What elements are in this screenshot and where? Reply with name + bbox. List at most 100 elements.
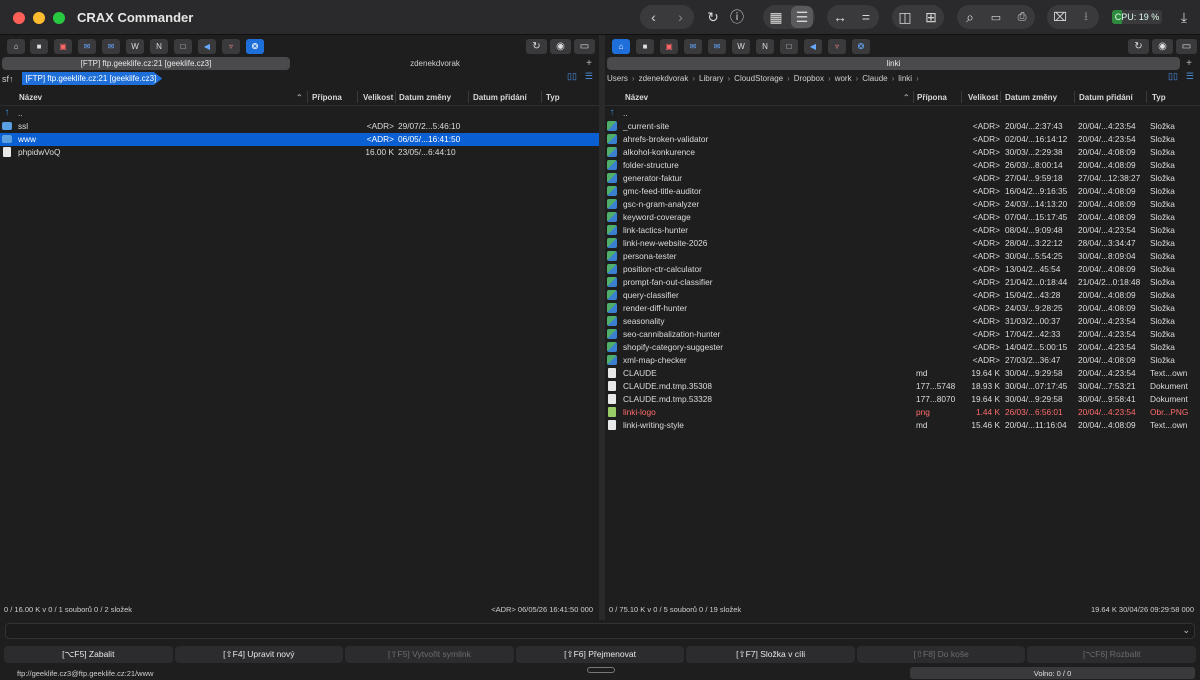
col-size[interactable]: Velikost xyxy=(363,93,393,102)
col-ext[interactable]: Přípona xyxy=(312,93,342,102)
mail-icon[interactable]: ✉ xyxy=(78,39,96,54)
refresh-panel-icon[interactable]: ↻ xyxy=(526,39,547,54)
command-line-input[interactable]: ⌄ xyxy=(5,623,1195,639)
file-row[interactable]: www <ADR> 06/05/...16:41:50 xyxy=(0,133,599,146)
file-row[interactable]: prompt-fan-out-classifier <ADR> 21/04/2...… xyxy=(605,276,1200,289)
print-icon[interactable]: ⎙ xyxy=(1011,6,1033,28)
mail-alt-icon[interactable]: ✉ xyxy=(708,39,726,54)
eye-icon[interactable]: ◉ xyxy=(550,39,571,54)
right-tab-linki[interactable]: linki xyxy=(607,57,1180,70)
file-row[interactable]: keyword-coverage <ADR> 07/04/...15:17:45 20… xyxy=(605,211,1200,224)
col-added[interactable]: Datum přidání xyxy=(1079,93,1133,102)
archive-icon[interactable]: ⭳ xyxy=(1075,6,1097,28)
file-row[interactable]: phpidwVoQ 16.00 K 23/05/...6:44:10 xyxy=(0,146,599,159)
add-tab-button[interactable]: + xyxy=(1180,58,1198,69)
left-tab-home[interactable]: zdenekdvorak xyxy=(290,57,580,70)
chevron-right-icon[interactable]: › xyxy=(670,6,692,28)
search-icon[interactable]: ⌕ xyxy=(959,6,981,28)
col-modified[interactable]: Datum změny xyxy=(399,93,451,102)
monitor-icon[interactable]: ▭ xyxy=(1176,39,1197,54)
home-icon[interactable]: ⌂ xyxy=(612,39,630,54)
file-row[interactable]: shopify-category-suggester <ADR> 14/04/2..… xyxy=(605,341,1200,354)
disk-icon[interactable]: ■ xyxy=(636,39,654,54)
grid-view-icon[interactable]: ▦ xyxy=(765,6,787,28)
file-row[interactable]: seasonality <ADR> 31/03/2...00:37 20/04/...… xyxy=(605,315,1200,328)
add-tab-button[interactable]: + xyxy=(580,58,598,69)
monitor-icon[interactable]: ▭ xyxy=(574,39,595,54)
notion-icon[interactable]: N xyxy=(150,39,168,54)
file-row[interactable]: seo-cannibalization-hunter <ADR> 17/04/2..… xyxy=(605,328,1200,341)
mail-icon[interactable]: ✉ xyxy=(684,39,702,54)
file-row[interactable]: ssl <ADR> 29/07/2...5:46:10 xyxy=(0,120,599,133)
file-row[interactable]: gmc-feed-title-auditor <ADR> 16/04/2...9:1… xyxy=(605,185,1200,198)
refresh-panel-icon[interactable]: ↻ xyxy=(1128,39,1149,54)
sort-icon[interactable]: ⌃ xyxy=(903,93,910,102)
shield-icon[interactable]: ▿ xyxy=(222,39,240,54)
fkey-button[interactable]: [⇧F7] Složka v cíli xyxy=(686,646,855,663)
fkey-button[interactable]: [⇧F6] Přejmenovat xyxy=(515,646,685,663)
terminal-icon[interactable]: ▭ xyxy=(985,6,1007,28)
file-row[interactable]: query-classifier <ADR> 15/04/2...43:28 20/0… xyxy=(605,289,1200,302)
minimize-window-button[interactable] xyxy=(33,12,45,24)
file-row[interactable]: alkohol-konkurence <ADR> 30/03/...2:29:38 2… xyxy=(605,146,1200,159)
eye-icon[interactable]: ◉ xyxy=(1152,39,1173,54)
list-view-icon[interactable]: ☰ xyxy=(791,6,813,28)
document-icon[interactable]: □ xyxy=(780,39,798,54)
fkey-button[interactable]: [⌥F5] Zabalit xyxy=(4,646,173,663)
breadcrumb-item[interactable]: Library xyxy=(699,74,723,83)
breadcrumb-item[interactable]: zdenekdvorak xyxy=(639,74,689,83)
breadcrumb-item[interactable]: Claude xyxy=(862,74,887,83)
file-row[interactable]: link-tactics-hunter <ADR> 08/04/...9:09:48… xyxy=(605,224,1200,237)
book-icon[interactable]: ▯▯ xyxy=(567,71,577,82)
file-row[interactable]: position-ctr-calculator <ADR> 13/04/2...45… xyxy=(605,263,1200,276)
path-chip-ftp[interactable]: [FTP] ftp.geeklife.cz:21 [geeklife.cz3] xyxy=(21,72,163,85)
col-size[interactable]: Velikost xyxy=(968,93,998,102)
file-row[interactable]: CLAUDE md 19.64 K 30/04/...9:29:58 20/04/...… xyxy=(605,367,1200,380)
notion-icon[interactable]: N xyxy=(756,39,774,54)
info-icon[interactable]: ⓘ xyxy=(725,5,749,29)
file-row[interactable]: linki-new-website-2026 <ADR> 28/04/...3:22… xyxy=(605,237,1200,250)
home-icon[interactable]: ⌂ xyxy=(7,39,25,54)
col-type[interactable]: Typ xyxy=(1152,93,1166,102)
network-icon[interactable]: ❂ xyxy=(852,39,870,54)
dual-pane-icon[interactable]: ⊞ xyxy=(920,6,942,28)
fkey-button[interactable]: [⌥F6] Rozbalit xyxy=(1027,646,1197,663)
breadcrumb-item[interactable]: linki xyxy=(898,74,912,83)
col-name[interactable]: Název xyxy=(19,93,42,102)
file-row[interactable]: xml-map-checker <ADR> 27/03/2...36:47 20/04… xyxy=(605,354,1200,367)
col-name[interactable]: Název xyxy=(625,93,648,102)
equals-icon[interactable]: = xyxy=(855,6,877,28)
resize-handle[interactable] xyxy=(587,667,615,673)
file-row[interactable]: gsc-n-gram-analyzer <ADR> 24/03/...14:13:2… xyxy=(605,198,1200,211)
col-modified[interactable]: Datum změny xyxy=(1005,93,1057,102)
file-row[interactable]: ahrefs-broken-validator <ADR> 02/04/...16:… xyxy=(605,133,1200,146)
file-row[interactable]: ↑.. xyxy=(0,107,599,120)
wordpress-icon[interactable]: W xyxy=(126,39,144,54)
close-window-button[interactable] xyxy=(13,12,25,24)
zoom-window-button[interactable] xyxy=(53,12,65,24)
app-shortcut-icon[interactable]: ▣ xyxy=(660,39,678,54)
col-type[interactable]: Typ xyxy=(546,93,560,102)
vscode-icon[interactable]: ◀ xyxy=(198,39,216,54)
file-row[interactable]: CLAUDE.md.tmp.53328 177...8070 19.64 K 30/0… xyxy=(605,393,1200,406)
sort-icon[interactable]: ⌃ xyxy=(296,93,303,102)
left-tab-ftp[interactable]: [FTP] ftp.geeklife.cz:21 [geeklife.cz3] xyxy=(2,57,290,70)
file-row[interactable]: CLAUDE.md.tmp.35308 177...5748 18.93 K 30/0… xyxy=(605,380,1200,393)
swap-arrows-icon[interactable]: ↔ xyxy=(829,6,851,28)
file-row[interactable]: folder-structure <ADR> 26/03/...8:00:14 20/… xyxy=(605,159,1200,172)
fkey-button[interactable]: [⇧F8] Do koše xyxy=(856,646,1026,663)
breadcrumb-item[interactable]: Dropbox xyxy=(794,74,824,83)
document-icon[interactable]: □ xyxy=(174,39,192,54)
book-icon[interactable]: ▯▯ xyxy=(1168,71,1178,82)
chevron-down-icon[interactable]: ⌄ xyxy=(1182,625,1190,636)
list-icon[interactable]: ☰ xyxy=(585,71,593,82)
file-row[interactable]: persona-tester <ADR> 30/04/...5:54:25 30/04… xyxy=(605,250,1200,263)
network-icon[interactable]: ❂ xyxy=(246,39,264,54)
sidebar-icon[interactable]: ◫ xyxy=(894,6,916,28)
file-row[interactable]: linki-writing-style md 15.46 K 20/04/...11:… xyxy=(605,419,1200,432)
file-row[interactable]: render-diff-hunter <ADR> 24/03/...9:28:25 2… xyxy=(605,302,1200,315)
app-shortcut-icon[interactable]: ▣ xyxy=(54,39,72,54)
file-row[interactable]: linki-logo png 1.44 K 26/03/...6:56:01 20/04… xyxy=(605,406,1200,419)
list-icon[interactable]: ☰ xyxy=(1186,71,1194,82)
mail-alt-icon[interactable]: ✉ xyxy=(102,39,120,54)
